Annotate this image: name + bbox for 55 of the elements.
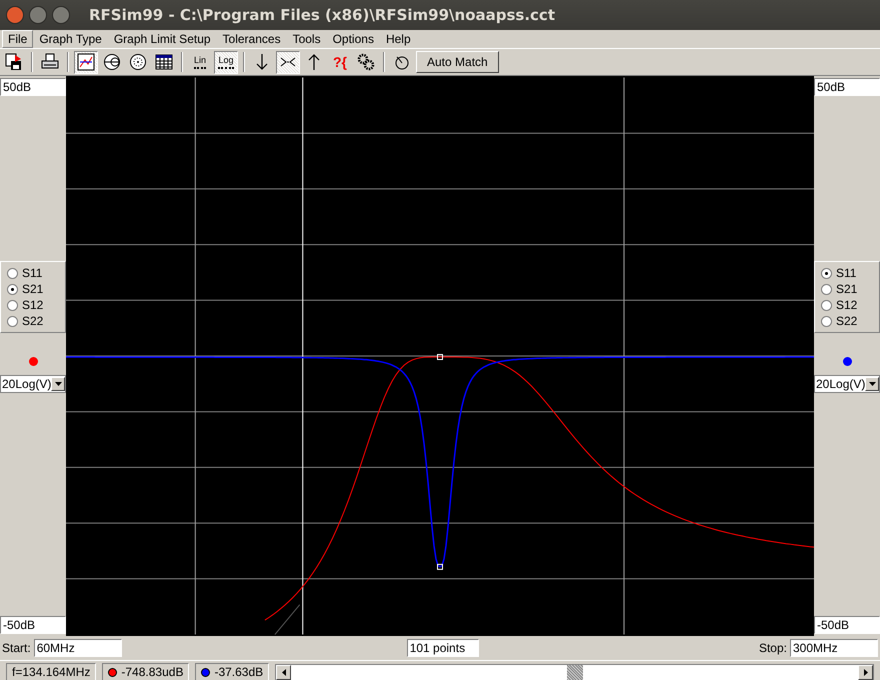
parameter-radio[interactable]: S21 <box>821 281 873 297</box>
menu-item[interactable]: Tools <box>286 30 327 48</box>
converge-arrows-icon <box>279 56 297 68</box>
stop-label: Stop: <box>758 641 787 655</box>
gears-icon <box>357 53 375 71</box>
bottom-limit-field[interactable]: -50dB <box>0 616 66 634</box>
minimize-button[interactable] <box>29 6 47 24</box>
save-icon <box>5 53 23 71</box>
scrollbar-thumb[interactable] <box>566 664 583 680</box>
down-arrow-icon <box>255 53 269 71</box>
dropdown-arrow-icon <box>869 382 876 386</box>
parameter-radio[interactable]: S22 <box>821 313 873 329</box>
start-label: Start: <box>2 641 31 655</box>
frequency-readout: f=134.164MHz <box>6 663 96 680</box>
parameter-radio[interactable]: S11 <box>821 265 873 281</box>
stop-field[interactable]: 300MHz <box>790 639 878 657</box>
stopwatch-icon <box>394 54 410 70</box>
parameter-radio[interactable]: S12 <box>7 297 59 313</box>
menu-item[interactable]: Graph Type <box>33 30 108 48</box>
printer-icon <box>41 53 59 71</box>
dropdown-arrow-icon <box>55 382 62 386</box>
parameter-radio[interactable]: S21 <box>7 281 59 297</box>
table-icon <box>155 53 173 71</box>
up-arrow-icon <box>307 53 321 71</box>
parameter-radio[interactable]: S12 <box>821 297 873 313</box>
close-button[interactable] <box>6 6 24 24</box>
menu-item[interactable]: File <box>2 30 34 48</box>
left-arrow-icon <box>282 668 286 676</box>
trace-reading: -748.83udB <box>121 665 184 679</box>
scale-dropdown[interactable]: 20Log(V) <box>814 375 880 393</box>
scale-button[interactable]: Lin <box>188 50 212 74</box>
bottom-limit-field[interactable]: -50dB <box>814 616 880 634</box>
scale-dropdown[interactable]: 20Log(V) <box>0 375 66 393</box>
menu-item[interactable]: Tolerances <box>216 30 287 48</box>
auto-match-button[interactable]: Auto Match <box>416 51 499 73</box>
scrollbar[interactable] <box>275 664 874 680</box>
scale-button[interactable]: Log <box>214 50 238 74</box>
maximize-button[interactable] <box>52 6 70 24</box>
menu-item[interactable]: Graph Limit Setup <box>108 30 217 48</box>
graph-icon <box>77 53 95 71</box>
toolbar-button[interactable] <box>74 50 98 74</box>
menu-item[interactable]: Options <box>326 30 380 48</box>
parameter-radio[interactable]: S22 <box>7 313 59 329</box>
menu-item[interactable]: Help <box>380 30 417 48</box>
window-title: RFSim99 - C:\Program Files (x86)\RFSim99\noaapss.cct <box>89 6 555 24</box>
top-limit-field[interactable]: 50dB <box>814 78 880 96</box>
toolbar-button[interactable] <box>276 50 300 74</box>
smith-chart-icon <box>103 53 121 71</box>
points-field[interactable]: 101 points <box>406 639 479 657</box>
parameter-radio[interactable]: S11 <box>7 265 59 281</box>
start-field[interactable]: 60MHz <box>34 639 122 657</box>
top-limit-field[interactable]: 50dB <box>0 78 66 96</box>
right-arrow-icon <box>864 668 868 676</box>
polar-chart-icon <box>129 53 147 71</box>
trace-reading: -37.63dB <box>214 665 264 679</box>
